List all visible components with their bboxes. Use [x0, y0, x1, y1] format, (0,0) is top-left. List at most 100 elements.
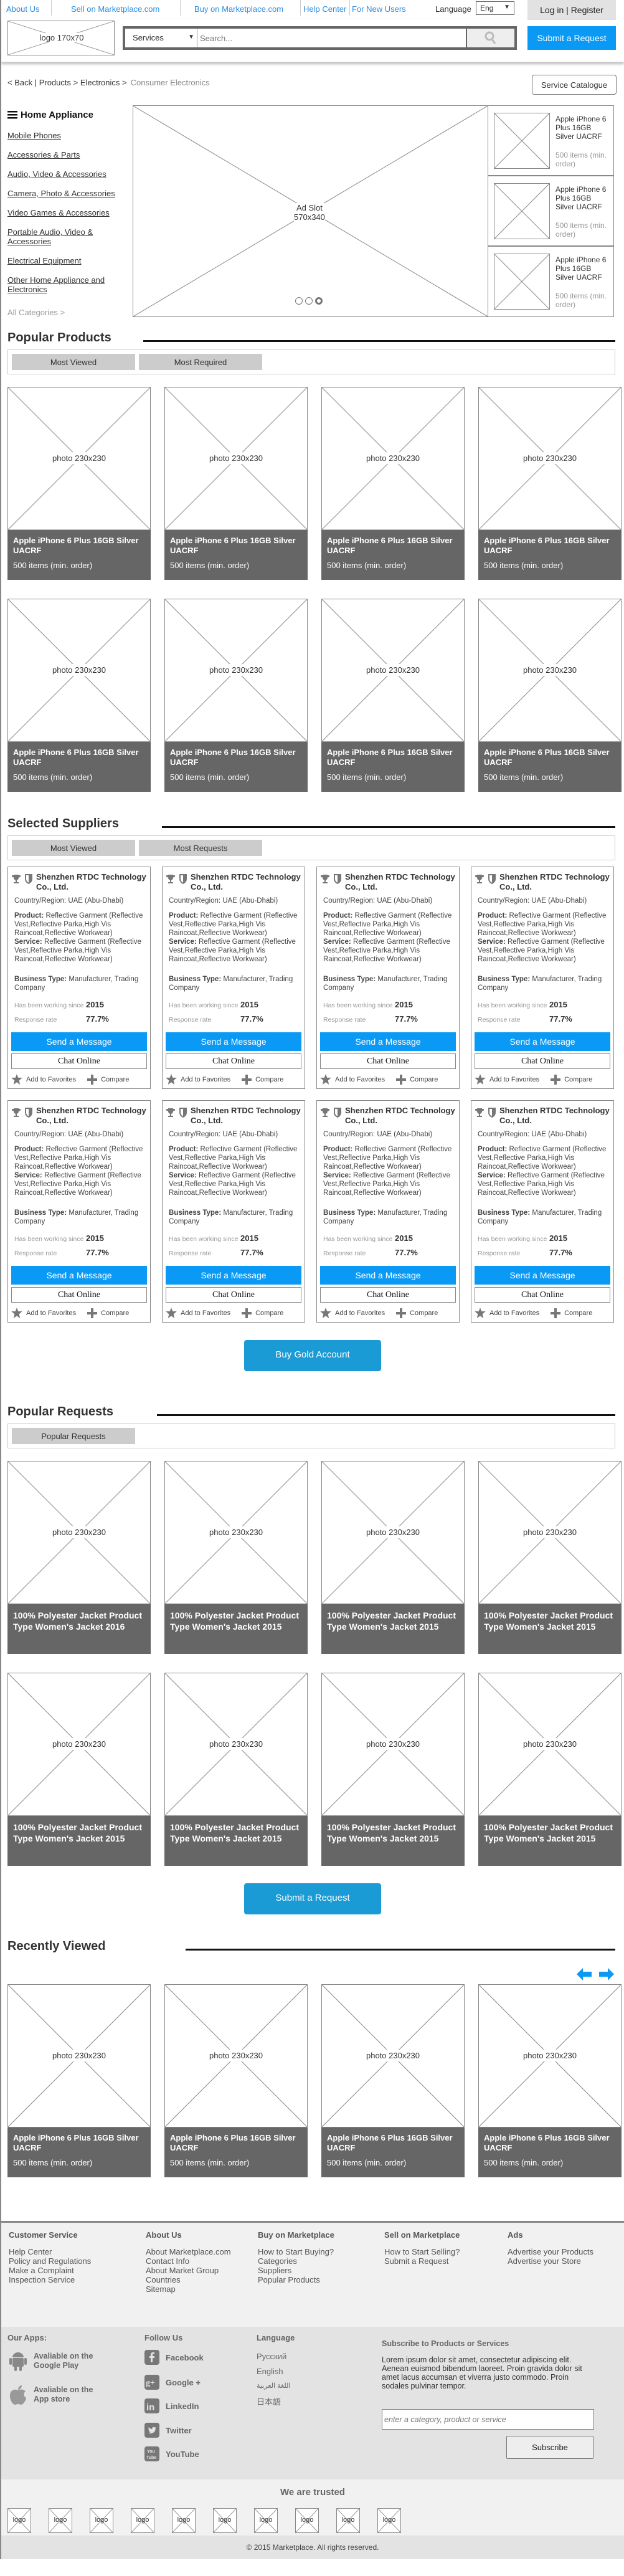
add-to-favorites-button[interactable]: Add to Favorites: [11, 1308, 76, 1318]
product-card[interactable]: photo 230x230 Apple iPhone 6 Plus 16GB Si…: [7, 387, 151, 580]
category-link[interactable]: Other Home Appliance and Electronics: [7, 275, 126, 294]
footer-link[interactable]: How to Start Selling?: [384, 2247, 460, 2256]
category-link[interactable]: Audio, Video & Accessories: [7, 169, 126, 179]
footer-link[interactable]: Countries: [146, 2275, 231, 2284]
footer-link[interactable]: Policy and Regulations: [9, 2256, 91, 2266]
add-to-favorites-button[interactable]: Add to Favorites: [166, 1308, 230, 1318]
trusted-logo[interactable]: logo: [49, 2508, 72, 2533]
supplier-name[interactable]: Shenzhen RTDC Technology Co., Ltd.: [345, 872, 456, 892]
product-card[interactable]: photo 230x230 Apple iPhone 6 Plus 16GB Si…: [164, 387, 308, 580]
trusted-logo[interactable]: logo: [7, 2508, 31, 2533]
login-register-button[interactable]: Log in | Register: [527, 0, 616, 20]
top-link-new-users[interactable]: For New Users: [352, 4, 406, 14]
supplier-name[interactable]: Shenzhen RTDC Technology Co., Ltd.: [36, 1106, 147, 1126]
compare-button[interactable]: Compare: [396, 1074, 438, 1085]
trusted-logo[interactable]: logo: [254, 2508, 278, 2533]
compare-button[interactable]: Compare: [396, 1308, 438, 1318]
product-card[interactable]: photo 230x230 100% Polyester Jacket Produ…: [164, 1461, 308, 1654]
breadcrumb-trail[interactable]: < Back | Products > Electronics >: [7, 78, 127, 87]
chat-online-button[interactable]: Chat Online: [320, 1287, 456, 1303]
trusted-logo[interactable]: logo: [90, 2508, 113, 2533]
product-card[interactable]: photo 230x230 Apple iPhone 6 Plus 16GB Si…: [478, 1984, 622, 2177]
side-item[interactable]: Apple iPhone 6 Plus 16GB Silver UACRF 50…: [488, 106, 613, 176]
add-to-favorites-button[interactable]: Add to Favorites: [11, 1074, 76, 1085]
product-card[interactable]: photo 230x230 Apple iPhone 6 Plus 16GB Si…: [164, 1984, 308, 2177]
top-link-about[interactable]: About Us: [6, 4, 39, 14]
footer-link[interactable]: Suppliers: [258, 2266, 334, 2275]
search-category-select[interactable]: Services ▼: [125, 29, 197, 47]
subscribe-button[interactable]: Subscribe: [506, 2436, 593, 2459]
top-link-buy[interactable]: Buy on Marketplace.com: [194, 4, 283, 14]
search-input[interactable]: [197, 29, 466, 47]
all-categories-link[interactable]: All Categories >: [7, 308, 65, 317]
side-item[interactable]: Apple iPhone 6 Plus 16GB Silver UACRF 50…: [488, 247, 613, 317]
carousel-dot[interactable]: [295, 297, 303, 305]
compare-button[interactable]: Compare: [87, 1308, 129, 1318]
send-message-button[interactable]: Send a Message: [11, 1266, 147, 1285]
language-option[interactable]: اللغة العربية: [257, 2382, 290, 2390]
tab-popular-requests[interactable]: Popular Requests: [12, 1428, 135, 1444]
footer-link[interactable]: About Marketplace.com: [146, 2247, 231, 2256]
buy-gold-account-button[interactable]: Buy Gold Account: [244, 1340, 381, 1371]
product-card[interactable]: photo 230x230 Apple iPhone 6 Plus 16GB Si…: [7, 1984, 151, 2177]
trusted-logo[interactable]: logo: [336, 2508, 360, 2533]
footer-link[interactable]: Submit a Request: [384, 2256, 460, 2266]
footer-link[interactable]: Advertise your Products: [508, 2247, 593, 2256]
language-option[interactable]: English: [257, 2367, 290, 2376]
social-facebook[interactable]: Facebook: [144, 2350, 204, 2365]
send-message-button[interactable]: Send a Message: [320, 1032, 456, 1051]
footer-link[interactable]: Popular Products: [258, 2275, 334, 2284]
add-to-favorites-button[interactable]: Add to Favorites: [166, 1074, 230, 1085]
app-store-link[interactable]: Avaliable on the App store: [9, 2384, 93, 2405]
submit-request-button[interactable]: Submit a Request: [527, 26, 616, 50]
arrow-right-icon[interactable]: [599, 1968, 614, 1980]
submit-request-button[interactable]: Submit a Request: [244, 1883, 381, 1914]
arrow-left-icon[interactable]: [577, 1968, 592, 1980]
footer-link[interactable]: How to Start Buying?: [258, 2247, 334, 2256]
trusted-logo[interactable]: logo: [377, 2508, 401, 2533]
product-card[interactable]: photo 230x230 100% Polyester Jacket Produ…: [321, 1461, 465, 1654]
service-catalogue-button[interactable]: Service Catalogue: [532, 75, 617, 95]
footer-link[interactable]: Make a Complaint: [9, 2266, 91, 2275]
send-message-button[interactable]: Send a Message: [11, 1032, 147, 1051]
chat-online-button[interactable]: Chat Online: [475, 1053, 610, 1069]
product-card[interactable]: photo 230x230 Apple iPhone 6 Plus 16GB Si…: [478, 387, 622, 580]
send-message-button[interactable]: Send a Message: [475, 1266, 610, 1285]
social-youtube[interactable]: You Tube YouTube: [144, 2446, 199, 2461]
trusted-logo[interactable]: logo: [131, 2508, 154, 2533]
category-link[interactable]: Accessories & Parts: [7, 150, 126, 159]
carousel-dot[interactable]: [305, 297, 313, 305]
add-to-favorites-button[interactable]: Add to Favorites: [475, 1074, 539, 1085]
ad-slot[interactable]: Ad Slot 570x340: [133, 105, 488, 317]
logo[interactable]: logo 170x70: [7, 21, 115, 55]
product-card[interactable]: photo 230x230 100% Polyester Jacket Produ…: [478, 1461, 622, 1654]
side-item[interactable]: Apple iPhone 6 Plus 16GB Silver UACRF 50…: [488, 176, 613, 247]
trusted-logo[interactable]: logo: [213, 2508, 237, 2533]
product-card[interactable]: photo 230x230 100% Polyester Jacket Produ…: [478, 1673, 622, 1866]
trusted-logo[interactable]: logo: [172, 2508, 196, 2533]
add-to-favorites-button[interactable]: Add to Favorites: [475, 1308, 539, 1318]
tab-most-viewed[interactable]: Most Viewed: [12, 354, 135, 370]
chat-online-button[interactable]: Chat Online: [11, 1287, 147, 1303]
send-message-button[interactable]: Send a Message: [320, 1266, 456, 1285]
chat-online-button[interactable]: Chat Online: [11, 1053, 147, 1069]
compare-button[interactable]: Compare: [242, 1308, 283, 1318]
footer-link[interactable]: Help Center: [9, 2247, 91, 2256]
top-link-sell[interactable]: Sell on Marketplace.com: [71, 4, 159, 14]
category-link[interactable]: Video Games & Accessories: [7, 208, 126, 217]
chat-online-button[interactable]: Chat Online: [166, 1287, 301, 1303]
language-option[interactable]: Русский: [257, 2352, 290, 2361]
footer-link[interactable]: Sitemap: [146, 2284, 231, 2294]
add-to-favorites-button[interactable]: Add to Favorites: [320, 1074, 385, 1085]
footer-link[interactable]: About Market Group: [146, 2266, 231, 2275]
product-card[interactable]: photo 230x230 100% Polyester Jacket Produ…: [7, 1673, 151, 1866]
subscribe-input[interactable]: [382, 2409, 594, 2430]
product-card[interactable]: photo 230x230 100% Polyester Jacket Produ…: [7, 1461, 151, 1654]
product-card[interactable]: photo 230x230 Apple iPhone 6 Plus 16GB Si…: [321, 599, 465, 792]
add-to-favorites-button[interactable]: Add to Favorites: [320, 1308, 385, 1318]
top-link-help[interactable]: Help Center: [303, 4, 346, 14]
supplier-name[interactable]: Shenzhen RTDC Technology Co., Ltd.: [499, 872, 610, 892]
tab-most-required[interactable]: Most Required: [139, 354, 262, 370]
supplier-name[interactable]: Shenzhen RTDC Technology Co., Ltd.: [191, 872, 301, 892]
language-select[interactable]: Eng ▼: [476, 1, 514, 15]
